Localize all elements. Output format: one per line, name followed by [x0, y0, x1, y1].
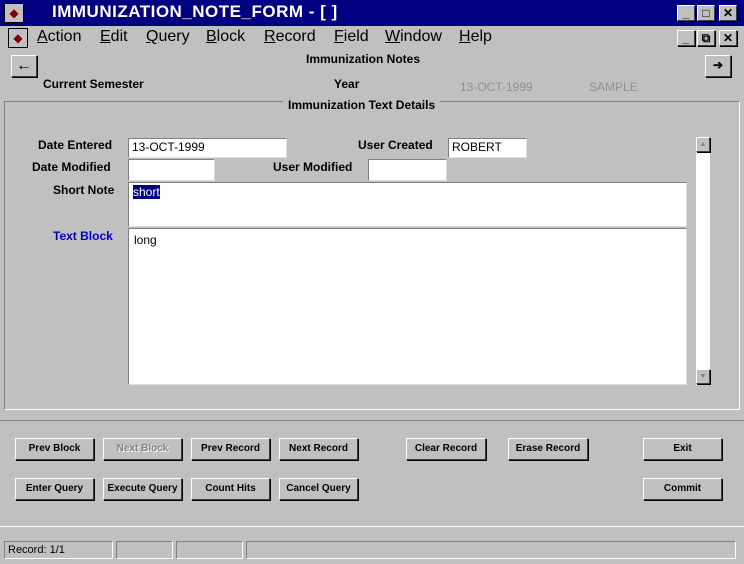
scroll-down-button[interactable]: ▼: [696, 369, 710, 384]
scroll-up-button[interactable]: ▲: [696, 137, 710, 152]
inner-close-button[interactable]: ✕: [719, 30, 737, 46]
user-created-field[interactable]: ROBERT: [448, 138, 527, 158]
next-record-button[interactable]: Next Record: [279, 438, 358, 460]
cancel-query-button[interactable]: Cancel Query: [279, 478, 358, 500]
close-button[interactable]: ✕: [719, 5, 737, 21]
user-modified-label: User Modified: [273, 160, 353, 174]
date-entered-label: Date Entered: [38, 138, 113, 152]
enter-query-button[interactable]: Enter Query: [15, 478, 94, 500]
date-entered-field[interactable]: 13-OCT-1999: [128, 138, 287, 158]
status-cell-2: [116, 541, 173, 559]
menu-query[interactable]: Query: [146, 28, 190, 46]
short-note-selected-text: short: [133, 185, 160, 199]
forward-arrow-button[interactable]: ➔: [705, 55, 731, 77]
inner-minimize-button[interactable]: _: [677, 30, 695, 46]
vertical-scrollbar[interactable]: ▲ ▼: [695, 136, 711, 386]
exit-button[interactable]: Exit: [643, 438, 722, 460]
date-modified-field[interactable]: [128, 159, 215, 181]
window-title: IMMUNIZATION_NOTE_FORM - [ ]: [52, 2, 338, 21]
menu-block[interactable]: Block: [206, 28, 245, 46]
menu-action[interactable]: Action: [37, 28, 81, 46]
inner-restore-button[interactable]: ⧉: [697, 30, 715, 46]
maximize-button[interactable]: □: [697, 5, 715, 21]
minimize-button[interactable]: _: [677, 5, 695, 21]
arrow-left-icon: ←: [16, 57, 32, 74]
status-cell-4: [246, 541, 736, 559]
text-block-label: Text Block: [53, 229, 113, 243]
form-icon[interactable]: ◆: [8, 28, 28, 48]
menu-record[interactable]: Record: [264, 28, 316, 46]
count-hits-button[interactable]: Count Hits: [191, 478, 270, 500]
record-status: Record: 1/1: [4, 541, 113, 559]
clear-record-button[interactable]: Clear Record: [406, 438, 486, 460]
arrow-right-icon: ➔: [712, 58, 724, 72]
back-arrow-button[interactable]: ←: [11, 55, 37, 77]
current-semester-label: Current Semester: [43, 77, 144, 91]
page-title: Immunization Notes: [306, 52, 421, 66]
prev-record-button[interactable]: Prev Record: [191, 438, 270, 460]
commit-button[interactable]: Commit: [643, 478, 722, 500]
sample-value: SAMPLE: [589, 80, 638, 94]
menu-bar: ◆ Action Edit Query Block Record Field W…: [0, 26, 744, 50]
menu-window[interactable]: Window: [385, 28, 442, 46]
date-modified-label: Date Modified: [32, 160, 111, 174]
app-icon[interactable]: ◆: [4, 3, 24, 23]
menu-edit[interactable]: Edit: [100, 28, 128, 46]
prev-block-button[interactable]: Prev Block: [15, 438, 94, 460]
status-bar-top-line: [0, 526, 744, 527]
status-cell-3: [176, 541, 243, 559]
next-block-button[interactable]: Next Block: [103, 438, 182, 460]
year-label: Year: [334, 77, 360, 91]
divider: [0, 420, 744, 421]
user-modified-field[interactable]: [368, 159, 447, 181]
erase-record-button[interactable]: Erase Record: [508, 438, 588, 460]
menu-help[interactable]: Help: [459, 28, 492, 46]
section-title: Immunization Text Details: [283, 98, 441, 112]
short-note-field[interactable]: short: [128, 182, 687, 227]
execute-query-button[interactable]: Execute Query: [103, 478, 182, 500]
title-bar: ◆ IMMUNIZATION_NOTE_FORM - [ ] _ □ ✕: [0, 0, 744, 26]
current-date-value: 13-OCT-1999: [460, 80, 533, 94]
short-note-label: Short Note: [53, 183, 115, 197]
user-created-label: User Created: [358, 138, 433, 152]
text-block-field[interactable]: long: [128, 228, 687, 385]
menu-field[interactable]: Field: [334, 28, 369, 46]
